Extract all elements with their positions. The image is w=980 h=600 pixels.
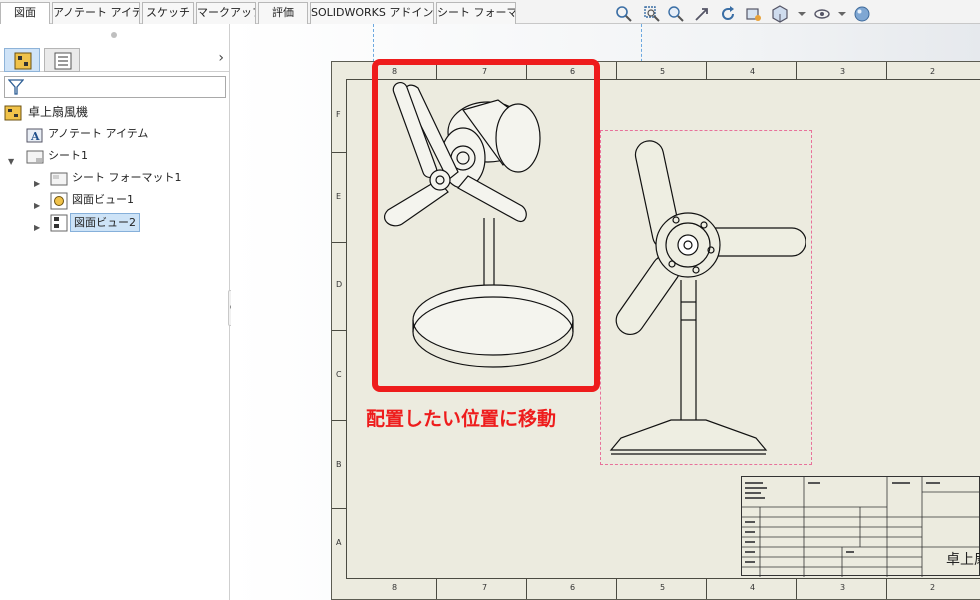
tree-item-annotations[interactable]: A アノテート アイテム	[4, 124, 204, 146]
callout-text: 配置したい位置に移動	[366, 408, 557, 430]
zone-divider	[886, 579, 887, 599]
zone-divider	[886, 62, 887, 79]
zone-label-bottom: 4	[750, 583, 756, 592]
drawing-document-icon	[4, 104, 22, 122]
tab-feature-manager[interactable]	[4, 48, 40, 72]
tree-item-drawing-view-1[interactable]: ▶ 図面ビュー1	[4, 190, 204, 212]
zone-divider	[706, 62, 707, 79]
feature-filter-input[interactable]	[4, 76, 226, 98]
tree-item-drawing-view-2[interactable]: ▶ 図面ビュー2	[4, 212, 204, 234]
tree-item-sheet-format[interactable]: ▶ シート フォーマット1	[4, 168, 204, 190]
zone-label-side: A	[336, 538, 342, 547]
tree-item-sheet[interactable]: ▼ シート1	[4, 146, 204, 168]
sheet-icon	[26, 148, 44, 166]
zone-divider	[616, 579, 617, 599]
zone-label-top: 3	[840, 67, 846, 76]
zone-label-side: E	[336, 192, 342, 201]
property-manager-icon	[54, 52, 72, 70]
annotation-a-icon: A	[26, 126, 44, 144]
view-orientation-icon[interactable]	[770, 4, 790, 24]
zone-divider	[526, 579, 527, 599]
zone-divider	[796, 62, 797, 79]
chevron-right-icon[interactable]: ›	[218, 50, 224, 66]
title-block[interactable]	[741, 476, 980, 577]
title-block-drawing-title: 卓上扇	[946, 552, 980, 568]
solidworks-drawing-window: 図面 アノテート アイテム スケッチ マークアップ 評価 SOLIDWORKS …	[0, 0, 980, 600]
title-block-grid	[742, 477, 980, 577]
zone-label-top: 2	[930, 67, 936, 76]
command-manager-tabs: 図面 アノテート アイテム スケッチ マークアップ 評価 SOLIDWORKS …	[0, 0, 980, 24]
panel-grip[interactable]	[111, 32, 117, 38]
chevron-down-icon[interactable]	[832, 4, 852, 24]
drawing-view-icon	[50, 214, 68, 232]
zone-label-bottom: 2	[930, 583, 936, 592]
zone-divider	[332, 242, 346, 243]
svg-text:A: A	[30, 130, 40, 143]
drawing-view-2-boundary	[600, 130, 812, 465]
chevron-down-icon[interactable]	[792, 4, 812, 24]
zone-divider	[332, 152, 346, 153]
zone-divider	[436, 579, 437, 599]
heads-up-view-toolbar	[614, 4, 874, 24]
expand-icon[interactable]: ▶	[34, 218, 40, 238]
zone-label-side: F	[336, 110, 341, 119]
filter-icon	[8, 79, 24, 95]
zone-label-side: B	[336, 460, 342, 469]
feature-manager-icon	[14, 52, 32, 70]
tab-markup[interactable]: マークアップ	[196, 2, 256, 24]
rotate-icon[interactable]	[718, 4, 738, 24]
tab-solidworks-addins[interactable]: SOLIDWORKS アドイン	[310, 2, 434, 24]
pan-icon[interactable]	[692, 4, 712, 24]
zone-divider	[706, 579, 707, 599]
tree-root[interactable]: 卓上扇風機	[4, 102, 204, 124]
appearance-icon[interactable]	[852, 4, 872, 24]
zone-label-top: 4	[750, 67, 756, 76]
zone-divider	[332, 330, 346, 331]
zone-label-side: C	[336, 370, 342, 379]
zone-divider	[332, 508, 346, 509]
zone-label-bottom: 8	[392, 583, 398, 592]
zone-label-bottom: 6	[570, 583, 576, 592]
previous-view-icon[interactable]	[744, 4, 764, 24]
panel-tabs: ›	[0, 46, 230, 72]
feature-manager-panel: › 卓上扇風機 A アノテート アイテム ▼ シート1 ▶ シート フォーマット…	[0, 24, 230, 600]
zone-label-bottom: 7	[482, 583, 488, 592]
tab-sheet-format[interactable]: シート フォーマット	[436, 2, 516, 24]
highlight-frame	[372, 59, 600, 392]
tab-evaluate[interactable]: 評価	[258, 2, 308, 24]
zone-label-bottom: 3	[840, 583, 846, 592]
zone-label-bottom: 5	[660, 583, 666, 592]
tab-property-manager[interactable]	[44, 48, 80, 72]
tab-annotation[interactable]: アノテート アイテム	[52, 2, 140, 24]
hide-show-items-icon[interactable]	[812, 4, 832, 24]
zone-divider	[616, 62, 617, 79]
zone-divider	[332, 420, 346, 421]
tab-sketch[interactable]: スケッチ	[142, 2, 194, 24]
zoom-in-out-icon[interactable]	[666, 4, 686, 24]
zone-label-side: D	[336, 280, 343, 289]
zoom-to-area-icon[interactable]	[642, 4, 662, 24]
sheet-format-icon	[50, 170, 68, 188]
tab-drawing[interactable]: 図面	[0, 2, 50, 24]
zoom-to-fit-icon[interactable]	[614, 4, 634, 24]
zone-divider	[796, 579, 797, 599]
zone-label-top: 5	[660, 67, 666, 76]
drawing-view-icon	[50, 192, 68, 210]
